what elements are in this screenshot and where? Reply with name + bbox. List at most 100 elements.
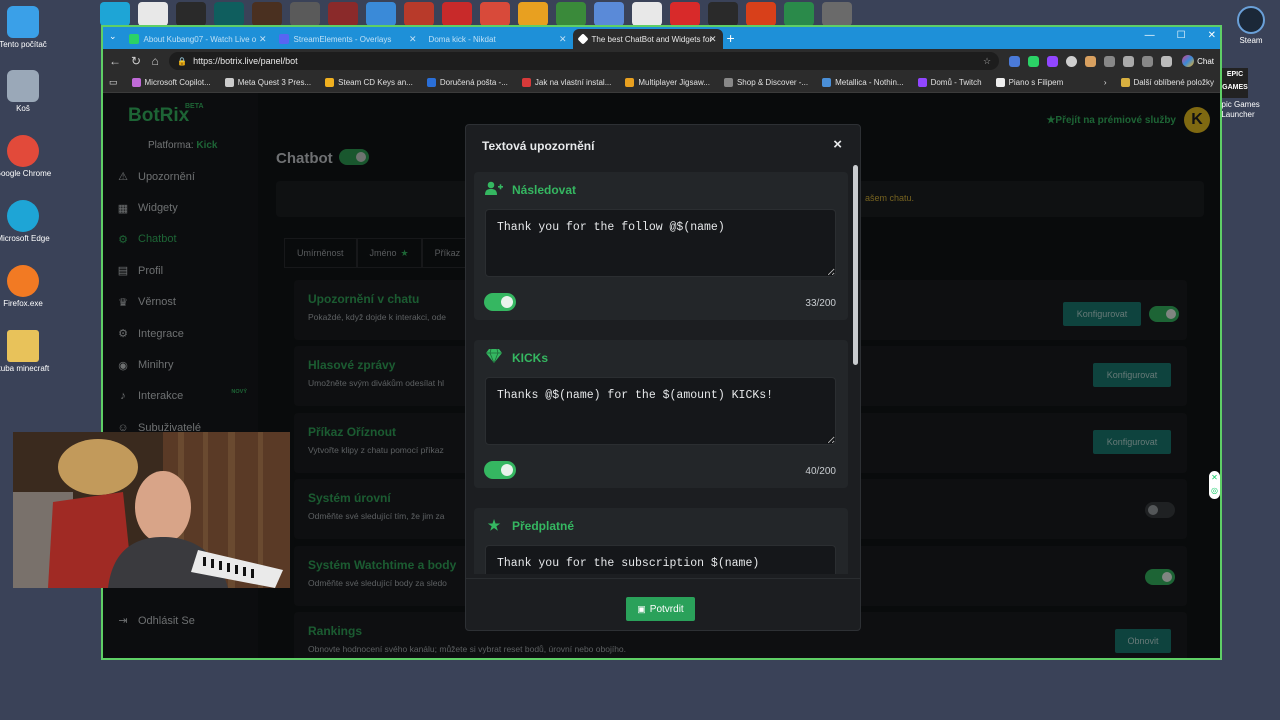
close-window-icon[interactable]: ✕ <box>1208 30 1216 41</box>
alert-section-follow: Následovat Thank you for the follow @$(n… <box>474 172 848 320</box>
bookmark-label: Metallica - Nothin... <box>835 78 904 87</box>
app-icon[interactable] <box>442 2 472 26</box>
section-title: Předplatné <box>512 518 575 533</box>
tab-menu-icon[interactable]: ⌄ <box>109 31 117 42</box>
app-icon[interactable] <box>518 2 548 26</box>
close-tab-icon[interactable]: ✕ <box>259 34 267 45</box>
recycle-bin-icon <box>7 70 39 102</box>
desktop-icon-firefox[interactable]: Firefox.exe <box>0 265 53 309</box>
extension-icon[interactable] <box>1009 55 1021 67</box>
favorite-star-icon[interactable]: ☆ <box>983 56 991 67</box>
other-bookmarks[interactable]: Další oblíbené položky <box>1120 78 1214 87</box>
chevron-right-icon[interactable]: › <box>1104 78 1107 87</box>
subscription-message-input[interactable]: Thank you for the subscription $(name) <box>485 545 836 574</box>
back-icon[interactable]: ← <box>109 54 121 68</box>
extension-icon[interactable] <box>1142 55 1154 67</box>
bookmark-icon <box>224 78 234 87</box>
extension-icon[interactable] <box>1161 55 1173 67</box>
poe-icon[interactable] <box>252 2 282 26</box>
app-icon[interactable] <box>632 2 662 26</box>
edge-icon[interactable] <box>100 2 130 26</box>
modal-header: Textová upozornění × <box>466 125 860 167</box>
extension-icon[interactable] <box>1104 55 1116 67</box>
computer-icon <box>7 6 39 38</box>
app-icon[interactable] <box>784 2 814 26</box>
desktop-icon-edge[interactable]: Microsoft Edge <box>0 200 53 244</box>
app-icon[interactable] <box>290 2 320 26</box>
bookmark-icon <box>917 78 927 87</box>
bookmark-item[interactable]: Jak na vlastní instal... <box>521 78 611 87</box>
close-tab-icon[interactable]: ✕ <box>559 34 567 45</box>
bookmarks-menu-icon[interactable]: ▭ <box>109 77 118 88</box>
desktop-icon-steam[interactable]: Steam <box>1225 6 1277 46</box>
kicks-message-input[interactable]: Thanks @$(name) for the $(amount) KICKs! <box>485 377 836 445</box>
desktop-icon-label: Microsoft Edge <box>0 234 50 243</box>
extension-icon[interactable] <box>1066 55 1078 67</box>
app-icon[interactable] <box>176 2 206 26</box>
url-field[interactable]: 🔒 https://botrix.live/panel/bot ☆ <box>169 52 1000 70</box>
app-icon[interactable] <box>822 2 852 26</box>
bookmark-item[interactable]: Shop & Discover -... <box>723 78 808 87</box>
minimize-icon[interactable]: — <box>1145 30 1155 41</box>
bookmark-item[interactable]: Doručená pošta -... <box>426 78 508 87</box>
bookmark-item[interactable]: Multiplayer Jigsaw... <box>625 78 710 87</box>
confirm-button[interactable]: ▣ Potvrdit <box>626 597 695 621</box>
extension-icon[interactable] <box>1047 55 1059 67</box>
file-icon[interactable] <box>138 2 168 26</box>
bookmark-item[interactable]: Piano s Filipem <box>995 78 1063 87</box>
bookmark-icon <box>995 78 1005 87</box>
new-tab-icon[interactable]: + <box>727 30 735 46</box>
app-icon[interactable] <box>214 2 244 26</box>
bookmark-item[interactable]: Metallica - Nothin... <box>822 78 904 87</box>
app-icon[interactable] <box>708 2 738 26</box>
extension-icon[interactable] <box>1123 55 1135 67</box>
close-tab-icon[interactable]: ✕ <box>409 34 417 45</box>
bookmark-item[interactable]: Meta Quest 3 Pres... <box>224 78 311 87</box>
extension-icon[interactable] <box>1085 55 1097 67</box>
modal-scrollbar[interactable] <box>853 165 858 365</box>
bookmark-label: Steam CD Keys an... <box>338 78 413 87</box>
copilot-icon <box>1182 55 1195 67</box>
close-icon[interactable]: × <box>833 136 842 153</box>
char-counter: 40/200 <box>805 466 836 477</box>
app-icon[interactable] <box>746 2 776 26</box>
bookmark-item[interactable]: Steam CD Keys an... <box>325 78 413 87</box>
confirm-label: Potvrdit <box>649 603 684 615</box>
desktop-icon-label: Tento počítač <box>0 40 47 49</box>
bookmark-icon <box>822 78 832 87</box>
side-panel-control[interactable]: ✕ ◎ <box>1209 471 1220 499</box>
app-icon[interactable] <box>366 2 396 26</box>
browser-tab[interactable]: Doma kick - Nikdat ✕ <box>423 29 573 49</box>
app-icon[interactable] <box>480 2 510 26</box>
browser-tab-active[interactable]: The best ChatBot and Widgets for ✕ <box>572 29 723 49</box>
maximize-icon[interactable]: ☐ <box>1177 30 1186 41</box>
desktop-icon-trash[interactable]: Koš <box>0 70 53 114</box>
epic-games-icon: EPIC GAMES <box>1222 68 1248 98</box>
browser-tab[interactable]: About Kubang07 - Watch Live o ✕ <box>123 29 273 49</box>
app-icon[interactable] <box>670 2 700 26</box>
bookmark-item[interactable]: Domů - Twitch <box>917 78 982 87</box>
bookmark-label: Microsoft Copilot... <box>144 78 211 87</box>
follow-message-input[interactable]: Thank you for the follow @$(name) <box>485 209 836 277</box>
section-title: Následovat <box>512 182 577 197</box>
chat-button[interactable]: Chat <box>1182 55 1214 67</box>
address-bar: ← ↻ ⌂ 🔒 https://botrix.live/panel/bot ☆ … <box>103 49 1220 73</box>
desktop-icon-pc[interactable]: Tento počítač <box>0 6 53 50</box>
app-icon[interactable] <box>556 2 586 26</box>
lock-icon: 🔒 <box>177 56 188 66</box>
browser-tab[interactable]: StreamElements - Overlays ✕ <box>273 29 423 49</box>
bookmark-item[interactable]: Microsoft Copilot... <box>131 78 211 87</box>
extension-icon[interactable] <box>1028 55 1040 67</box>
app-icon[interactable] <box>594 2 624 26</box>
reload-icon[interactable]: ↻ <box>131 54 141 68</box>
app-icon[interactable] <box>404 2 434 26</box>
home-icon[interactable]: ⌂ <box>151 54 159 68</box>
follow-toggle[interactable] <box>484 293 516 311</box>
bookmark-icon <box>131 78 141 87</box>
desktop-icon-folder[interactable]: kuba minecraft <box>0 330 53 374</box>
bookmark-icon <box>521 78 531 87</box>
kicks-toggle[interactable] <box>484 461 516 479</box>
desktop-icon-chrome[interactable]: Google Chrome <box>0 135 53 179</box>
app-icon[interactable] <box>328 2 358 26</box>
close-tab-icon[interactable]: ✕ <box>709 34 717 45</box>
